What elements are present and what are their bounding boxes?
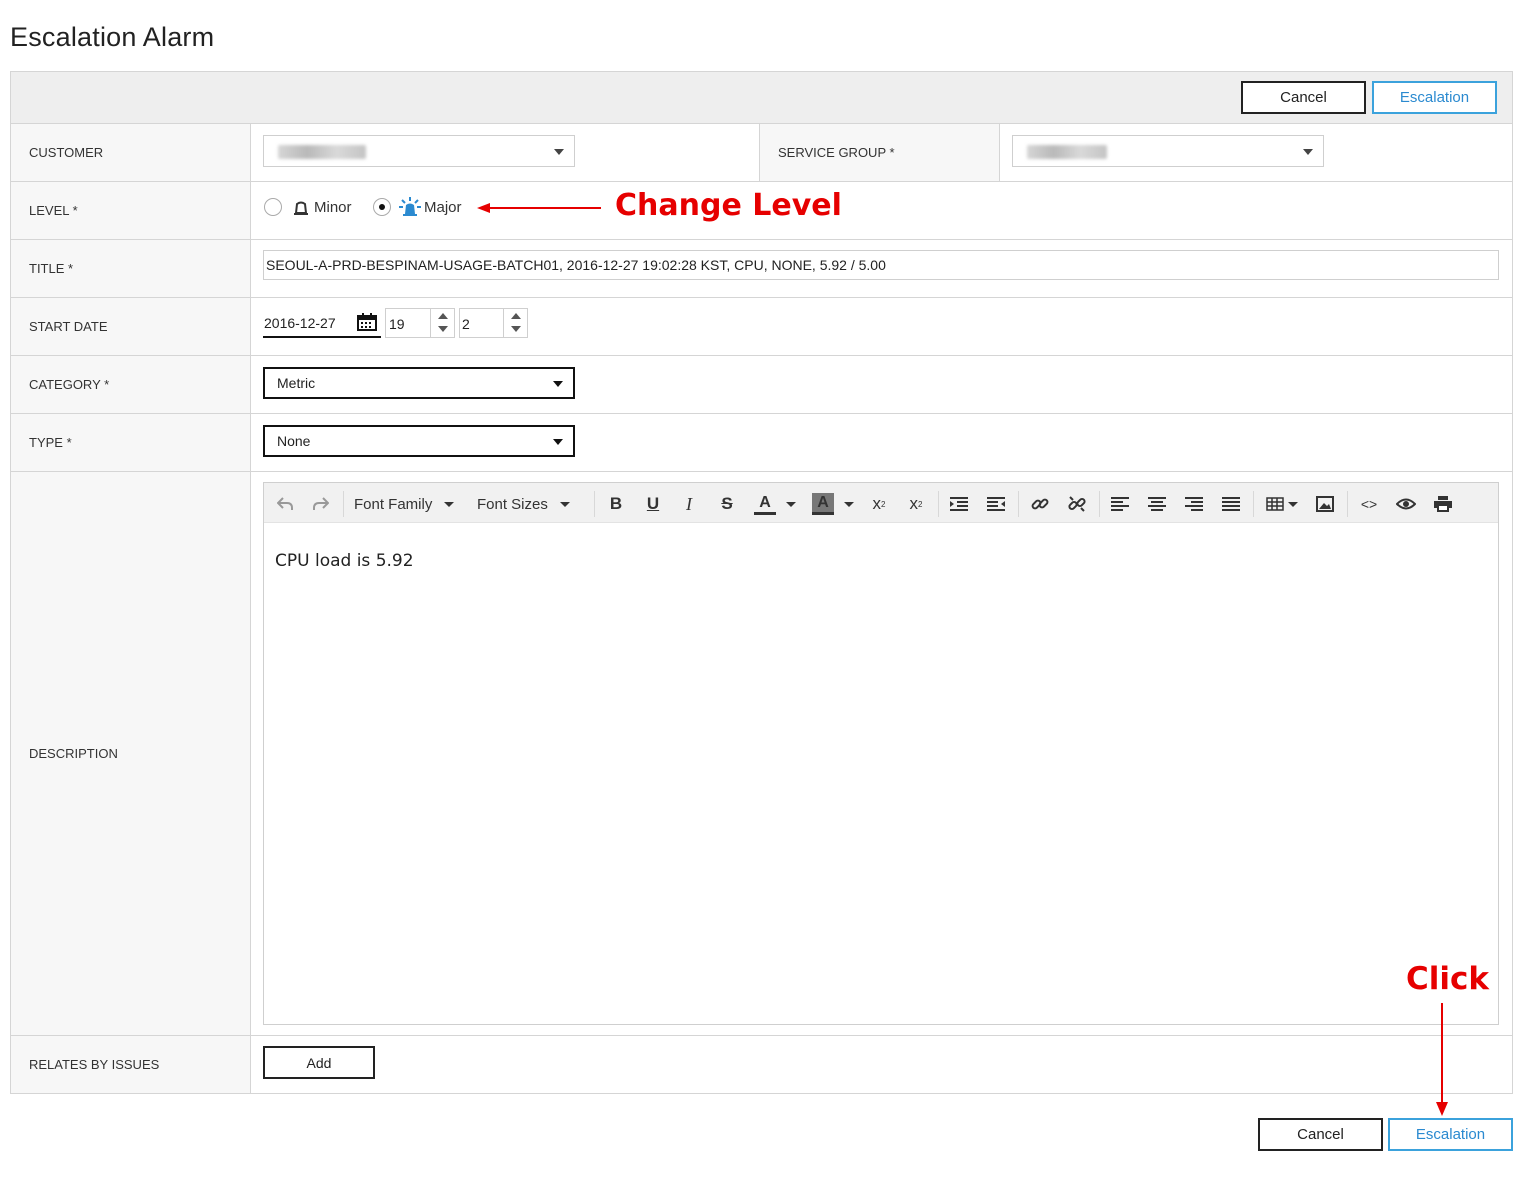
escalation-form: Cancel Escalation CUSTOMER SERVICE GROUP… (10, 71, 1513, 1094)
category-row: CATEGORY * Metric (11, 356, 1512, 414)
title-label: TITLE * (11, 240, 251, 297)
redo-icon[interactable] (310, 493, 332, 515)
category-select[interactable]: Metric (263, 367, 575, 399)
outdent-icon[interactable] (985, 493, 1007, 515)
description-row: DESCRIPTION Font Family Font Sizes B U I… (11, 472, 1512, 1036)
superscript-icon[interactable]: x2 (868, 493, 890, 515)
service-group-select[interactable] (1012, 135, 1324, 167)
font-sizes-label: Font Sizes (477, 495, 548, 513)
italic-icon[interactable]: I (679, 493, 699, 515)
customer-value-redacted (278, 145, 366, 159)
align-left-icon[interactable] (1109, 493, 1131, 515)
start-date-row: START DATE 2016-12-27 19 2 (11, 298, 1512, 356)
date-value: 2016-12-27 (264, 315, 336, 331)
align-center-icon[interactable] (1146, 493, 1168, 515)
bold-icon[interactable]: B (606, 493, 626, 515)
chevron-down-icon (554, 149, 564, 155)
type-value: None (277, 433, 311, 449)
chevron-down-icon[interactable] (842, 493, 856, 515)
subscript-icon[interactable]: x2 (905, 493, 927, 515)
cancel-button-bottom[interactable]: Cancel (1258, 1118, 1383, 1151)
add-issue-button[interactable]: Add (263, 1046, 375, 1079)
service-group-value-redacted (1027, 145, 1107, 159)
annotation-change-level: Change Level (615, 188, 842, 223)
hour-spinner[interactable]: 19 (385, 308, 455, 338)
cancel-button-top[interactable]: Cancel (1241, 81, 1366, 114)
chevron-down-icon[interactable] (784, 493, 798, 515)
chevron-down-icon (559, 501, 570, 507)
spinner-up-icon[interactable] (511, 313, 521, 319)
calendar-icon[interactable] (357, 313, 377, 331)
page-title: Escalation Alarm (10, 22, 215, 52)
category-value: Metric (277, 375, 316, 391)
level-major-radio[interactable] (373, 198, 391, 216)
relates-row: RELATES BY ISSUES Add (11, 1036, 1512, 1093)
strikethrough-icon[interactable]: S (716, 493, 738, 515)
description-label: DESCRIPTION (11, 472, 251, 1035)
start-date-label: START DATE (11, 298, 251, 355)
print-icon[interactable] (1432, 493, 1454, 515)
chevron-down-icon (553, 381, 563, 387)
minute-value: 2 (462, 316, 470, 332)
type-label: TYPE * (11, 414, 251, 471)
indent-icon[interactable] (948, 493, 970, 515)
table-icon[interactable] (1264, 493, 1300, 515)
escalation-button-bottom[interactable]: Escalation (1388, 1118, 1513, 1151)
customer-select[interactable] (263, 135, 575, 167)
relates-label: RELATES BY ISSUES (11, 1036, 251, 1093)
form-header-bar: Cancel Escalation (11, 72, 1512, 124)
category-label: CATEGORY * (11, 356, 251, 413)
align-right-icon[interactable] (1183, 493, 1205, 515)
annotation-arrow-left (477, 203, 601, 213)
undo-icon[interactable] (274, 493, 296, 515)
font-family-label: Font Family (354, 495, 433, 513)
major-siren-icon (399, 197, 421, 216)
image-icon[interactable] (1314, 493, 1336, 515)
level-minor-label: Minor (314, 199, 352, 216)
link-icon[interactable] (1029, 493, 1051, 515)
type-row: TYPE * None (11, 414, 1512, 472)
rich-text-editor: Font Family Font Sizes B U I S A A x2 x2 (263, 482, 1499, 1025)
editor-content[interactable]: CPU load is 5.92 (275, 551, 414, 571)
level-row: LEVEL * Minor Major Change Level (11, 182, 1512, 240)
minor-alarm-icon (294, 201, 308, 215)
type-select[interactable]: None (263, 425, 575, 457)
spinner-down-icon[interactable] (438, 326, 448, 332)
level-label: LEVEL * (11, 182, 251, 239)
text-color-icon[interactable]: A (754, 493, 776, 515)
annotation-arrow-down (1436, 1003, 1448, 1116)
hour-value: 19 (389, 316, 405, 332)
annotation-click: Click (1406, 961, 1489, 997)
chevron-down-icon (444, 501, 455, 507)
customer-label: CUSTOMER (11, 124, 251, 181)
spinner-up-icon[interactable] (438, 313, 448, 319)
level-major-label: Major (424, 199, 462, 216)
level-minor-radio[interactable] (264, 198, 282, 216)
title-row: TITLE * (11, 240, 1512, 298)
preview-icon[interactable] (1395, 493, 1417, 515)
service-group-label: SERVICE GROUP * (760, 124, 1000, 181)
title-input[interactable] (263, 250, 1499, 280)
date-input[interactable]: 2016-12-27 (263, 308, 381, 338)
minute-spinner[interactable]: 2 (459, 308, 528, 338)
chevron-down-icon (553, 439, 563, 445)
code-icon[interactable]: <> (1358, 493, 1380, 515)
escalation-button-top[interactable]: Escalation (1372, 81, 1497, 114)
unlink-icon[interactable] (1066, 493, 1088, 515)
chevron-down-icon (1303, 149, 1313, 155)
customer-row: CUSTOMER SERVICE GROUP * (11, 124, 1512, 182)
background-color-icon[interactable]: A (812, 493, 834, 515)
align-justify-icon[interactable] (1220, 493, 1242, 515)
underline-icon[interactable]: U (643, 493, 663, 515)
font-family-dropdown[interactable]: Font Family (354, 493, 455, 515)
spinner-down-icon[interactable] (511, 326, 521, 332)
font-sizes-dropdown[interactable]: Font Sizes (477, 493, 570, 515)
editor-toolbar: Font Family Font Sizes B U I S A A x2 x2 (264, 483, 1498, 523)
